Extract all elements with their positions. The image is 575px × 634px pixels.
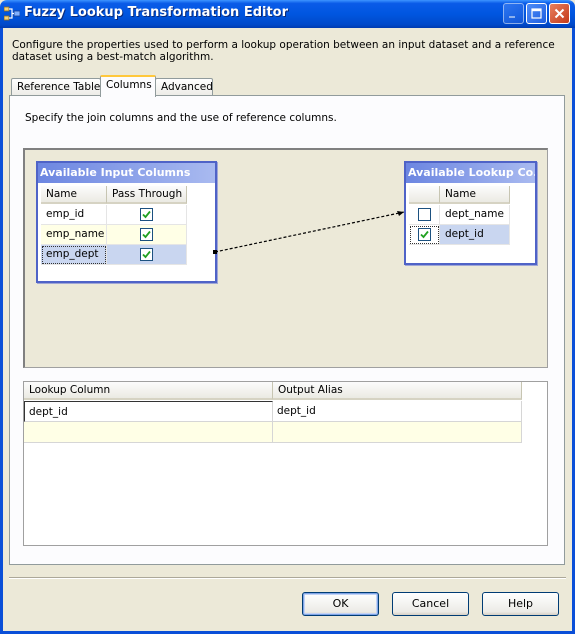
lookup-column-cell[interactable]: dept_id	[24, 401, 273, 422]
maximize-icon	[531, 8, 542, 19]
title-bar[interactable]: Fuzzy Lookup Transformation Editor	[0, 0, 575, 28]
close-button[interactable]	[549, 3, 570, 24]
window-title: Fuzzy Lookup Transformation Editor	[24, 5, 289, 20]
tab-columns[interactable]: Columns	[100, 75, 156, 97]
header-output-alias[interactable]: Output Alias	[273, 382, 522, 400]
cancel-button[interactable]: Cancel	[392, 592, 469, 616]
column-mapping-canvas[interactable]: Available Input Columns Name Pass Throug…	[23, 148, 548, 368]
maximize-button[interactable]	[526, 3, 547, 24]
minimize-icon	[509, 16, 515, 18]
editor-description: Configure the properties used to perform…	[12, 39, 555, 63]
new-row-output-alias-cell[interactable]	[273, 422, 522, 443]
join-line[interactable]	[25, 150, 548, 368]
output-alias-cell[interactable]: dept_id	[273, 401, 522, 422]
minimize-button[interactable]	[503, 3, 524, 24]
tab-reference-table[interactable]: Reference Table	[11, 78, 101, 96]
header-lookup-column[interactable]: Lookup Column	[24, 382, 273, 400]
app-icon	[4, 6, 20, 21]
close-icon	[554, 8, 565, 19]
ok-button[interactable]: OK	[302, 592, 379, 616]
button-separator	[9, 577, 566, 579]
window-frame-left	[0, 28, 3, 634]
columns-instruction: Specify the join columns and the use of …	[25, 112, 337, 124]
output-columns-grid[interactable]: Lookup Column Output Alias dept_id dept_…	[23, 381, 548, 546]
help-button[interactable]: Help	[482, 592, 559, 616]
tab-advanced[interactable]: Advanced	[155, 78, 213, 96]
new-row-lookup-column-cell[interactable]	[24, 422, 273, 443]
